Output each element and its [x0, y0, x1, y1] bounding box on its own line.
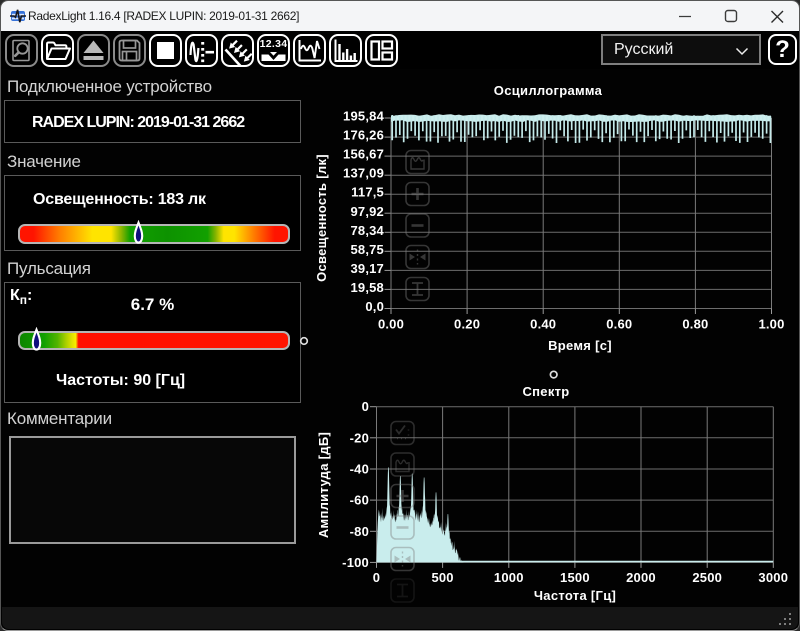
svg-text:-40: -40 — [350, 462, 369, 477]
svg-text:3000: 3000 — [758, 570, 788, 585]
svg-text:97,92: 97,92 — [350, 204, 384, 219]
svg-text:0,0: 0,0 — [365, 299, 384, 314]
svg-text:137,09: 137,09 — [343, 166, 384, 181]
svg-text:Спектр: Спектр — [522, 384, 569, 399]
svg-text:12.34: 12.34 — [259, 38, 287, 50]
svg-text:-20: -20 — [350, 430, 369, 445]
svg-text:Осциллограмма: Осциллограмма — [494, 83, 603, 98]
svg-text:0: 0 — [373, 570, 380, 585]
svg-text:0.40: 0.40 — [530, 317, 556, 332]
svg-text:0.60: 0.60 — [606, 317, 632, 332]
svg-text:1.00: 1.00 — [758, 317, 784, 332]
svg-text:0: 0 — [362, 399, 369, 414]
svg-text:-100: -100 — [342, 555, 369, 570]
svg-text:Освещенность [лк]: Освещенность [лк] — [314, 154, 329, 282]
svg-text:195,84: 195,84 — [343, 109, 385, 124]
svg-text:-60: -60 — [350, 493, 369, 508]
svg-text:1000: 1000 — [494, 570, 524, 585]
svg-text:0.80: 0.80 — [682, 317, 708, 332]
svg-text:58,75: 58,75 — [350, 242, 384, 257]
svg-text:1500: 1500 — [560, 570, 590, 585]
svg-text:156,67: 156,67 — [343, 147, 384, 162]
svg-text:2000: 2000 — [626, 570, 656, 585]
svg-text:117,5: 117,5 — [351, 185, 384, 200]
svg-text:Время [с]: Время [с] — [548, 338, 612, 353]
svg-text:39,17: 39,17 — [350, 261, 384, 276]
svg-text:0.00: 0.00 — [378, 317, 404, 332]
svg-text:78,34: 78,34 — [350, 223, 384, 238]
svg-text:176,26: 176,26 — [343, 128, 384, 143]
svg-text:19,58: 19,58 — [350, 280, 384, 295]
svg-text:Амплитуда [дБ]: Амплитуда [дБ] — [316, 432, 331, 538]
svg-text:2500: 2500 — [692, 570, 722, 585]
svg-text:500: 500 — [431, 570, 453, 585]
svg-text:0.20: 0.20 — [454, 317, 480, 332]
svg-text:Частота [Гц]: Частота [Гц] — [534, 588, 616, 603]
svg-text:-80: -80 — [350, 524, 369, 539]
